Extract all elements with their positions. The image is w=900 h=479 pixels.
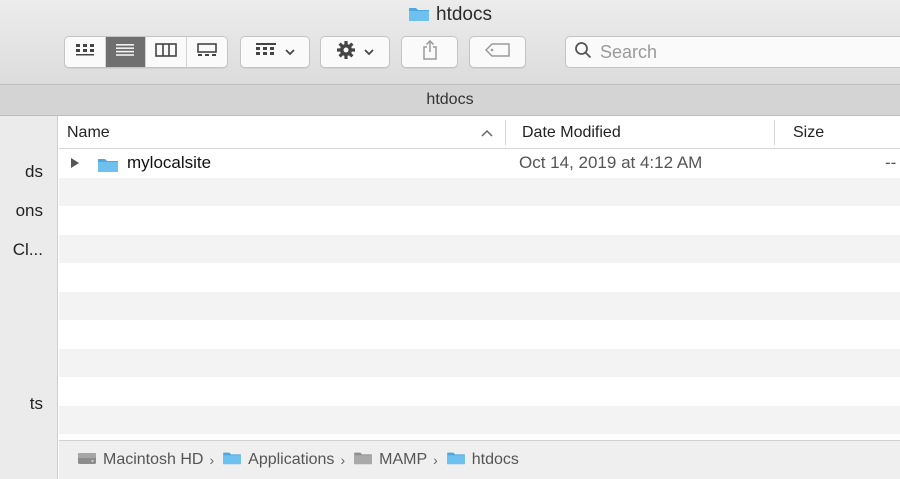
path-tab-label: htdocs <box>426 91 474 108</box>
sort-ascending-icon <box>481 116 493 149</box>
tag-icon <box>484 42 511 62</box>
breadcrumb-label: MAMP <box>379 451 428 468</box>
chevron-down-icon <box>364 43 374 61</box>
breadcrumb-label: Macintosh HD <box>103 451 204 468</box>
file-date-modified: Oct 14, 2019 at 4:12 AM <box>519 153 703 172</box>
folder-icon <box>408 5 430 28</box>
empty-row <box>59 291 900 320</box>
column-view-button[interactable] <box>146 37 187 67</box>
column-size-label: Size <box>793 124 825 141</box>
sidebar-item-label: ts <box>29 394 43 413</box>
share-button[interactable] <box>401 36 458 68</box>
sidebar-item-label: Cl... <box>12 240 43 259</box>
empty-row <box>59 348 900 377</box>
column-divider[interactable] <box>505 120 506 145</box>
breadcrumb-item-applications[interactable]: Applications <box>222 450 334 470</box>
gallery-icon <box>196 42 218 62</box>
list-icon <box>115 43 135 62</box>
columns-icon <box>154 42 177 62</box>
group-by-button[interactable] <box>240 36 310 68</box>
action-menu-button[interactable] <box>320 36 390 68</box>
sidebar-item-label: ons <box>15 201 43 220</box>
empty-row <box>59 320 900 349</box>
folder-icon <box>446 450 466 470</box>
file-row[interactable]: mylocalsite Oct 14, 2019 at 4:12 AM -- <box>59 149 900 178</box>
file-name: mylocalsite <box>127 153 212 172</box>
list-view-button[interactable] <box>105 37 146 67</box>
file-rows: mylocalsite Oct 14, 2019 at 4:12 AM -- <box>59 149 900 434</box>
sidebar-item-documents[interactable]: ts <box>30 394 43 414</box>
window-toolbar: htdocs <box>0 0 900 84</box>
empty-row <box>59 405 900 434</box>
empty-row <box>59 234 900 263</box>
empty-row <box>59 377 900 406</box>
group-icon <box>255 42 277 63</box>
breadcrumb-label: Applications <box>248 451 335 468</box>
column-header-name[interactable]: Name <box>67 116 502 149</box>
grid-icon <box>75 43 95 62</box>
empty-row <box>59 263 900 292</box>
disclosure-triangle-icon[interactable] <box>71 158 79 168</box>
breadcrumb-item-macintosh-hd[interactable]: Macintosh HD <box>77 450 203 471</box>
empty-row <box>59 206 900 235</box>
tag-button[interactable] <box>469 36 526 68</box>
breadcrumb-label: htdocs <box>471 451 519 468</box>
path-tab: htdocs <box>0 84 900 116</box>
hard-drive-icon <box>77 450 97 471</box>
search-icon <box>574 41 592 64</box>
column-header: Name Date Modified Size <box>59 116 900 149</box>
share-icon <box>422 39 438 65</box>
breadcrumb-item-htdocs[interactable]: htdocs <box>446 450 519 470</box>
gear-icon <box>336 40 356 65</box>
folder-icon <box>353 450 373 470</box>
sidebar-item-cloud[interactable]: Cl... <box>13 240 43 260</box>
sidebar-item-label: ds <box>25 162 43 181</box>
sidebar-item-downloads[interactable]: ds <box>25 162 43 182</box>
column-divider[interactable] <box>774 120 775 145</box>
chevron-down-icon <box>285 43 295 61</box>
gallery-view-button[interactable] <box>187 37 227 67</box>
column-header-size[interactable]: Size <box>793 116 893 149</box>
icon-view-button[interactable] <box>65 37 106 67</box>
search-input[interactable] <box>600 41 880 63</box>
column-header-date-modified[interactable]: Date Modified <box>522 116 772 149</box>
path-bar: Macintosh HD › Applications › MAMP › htd… <box>59 440 900 479</box>
column-date-label: Date Modified <box>522 124 621 141</box>
window-title-text: htdocs <box>436 4 492 25</box>
chevron-right-icon: › <box>433 452 438 468</box>
file-size: -- <box>885 153 897 172</box>
chevron-right-icon: › <box>209 452 215 468</box>
sidebar-item-applications[interactable]: ons <box>16 201 43 221</box>
folder-icon <box>222 450 242 470</box>
view-mode-control <box>64 36 228 68</box>
chevron-right-icon: › <box>340 452 346 468</box>
empty-row <box>59 177 900 206</box>
column-name-label: Name <box>67 124 110 141</box>
window-title: htdocs <box>0 4 900 28</box>
sidebar: ds ons Cl... ts <box>0 116 58 479</box>
file-list: Name Date Modified Size mylocalsite Oct … <box>59 116 900 440</box>
breadcrumb-item-mamp[interactable]: MAMP <box>353 450 427 470</box>
search-field[interactable] <box>565 36 900 68</box>
